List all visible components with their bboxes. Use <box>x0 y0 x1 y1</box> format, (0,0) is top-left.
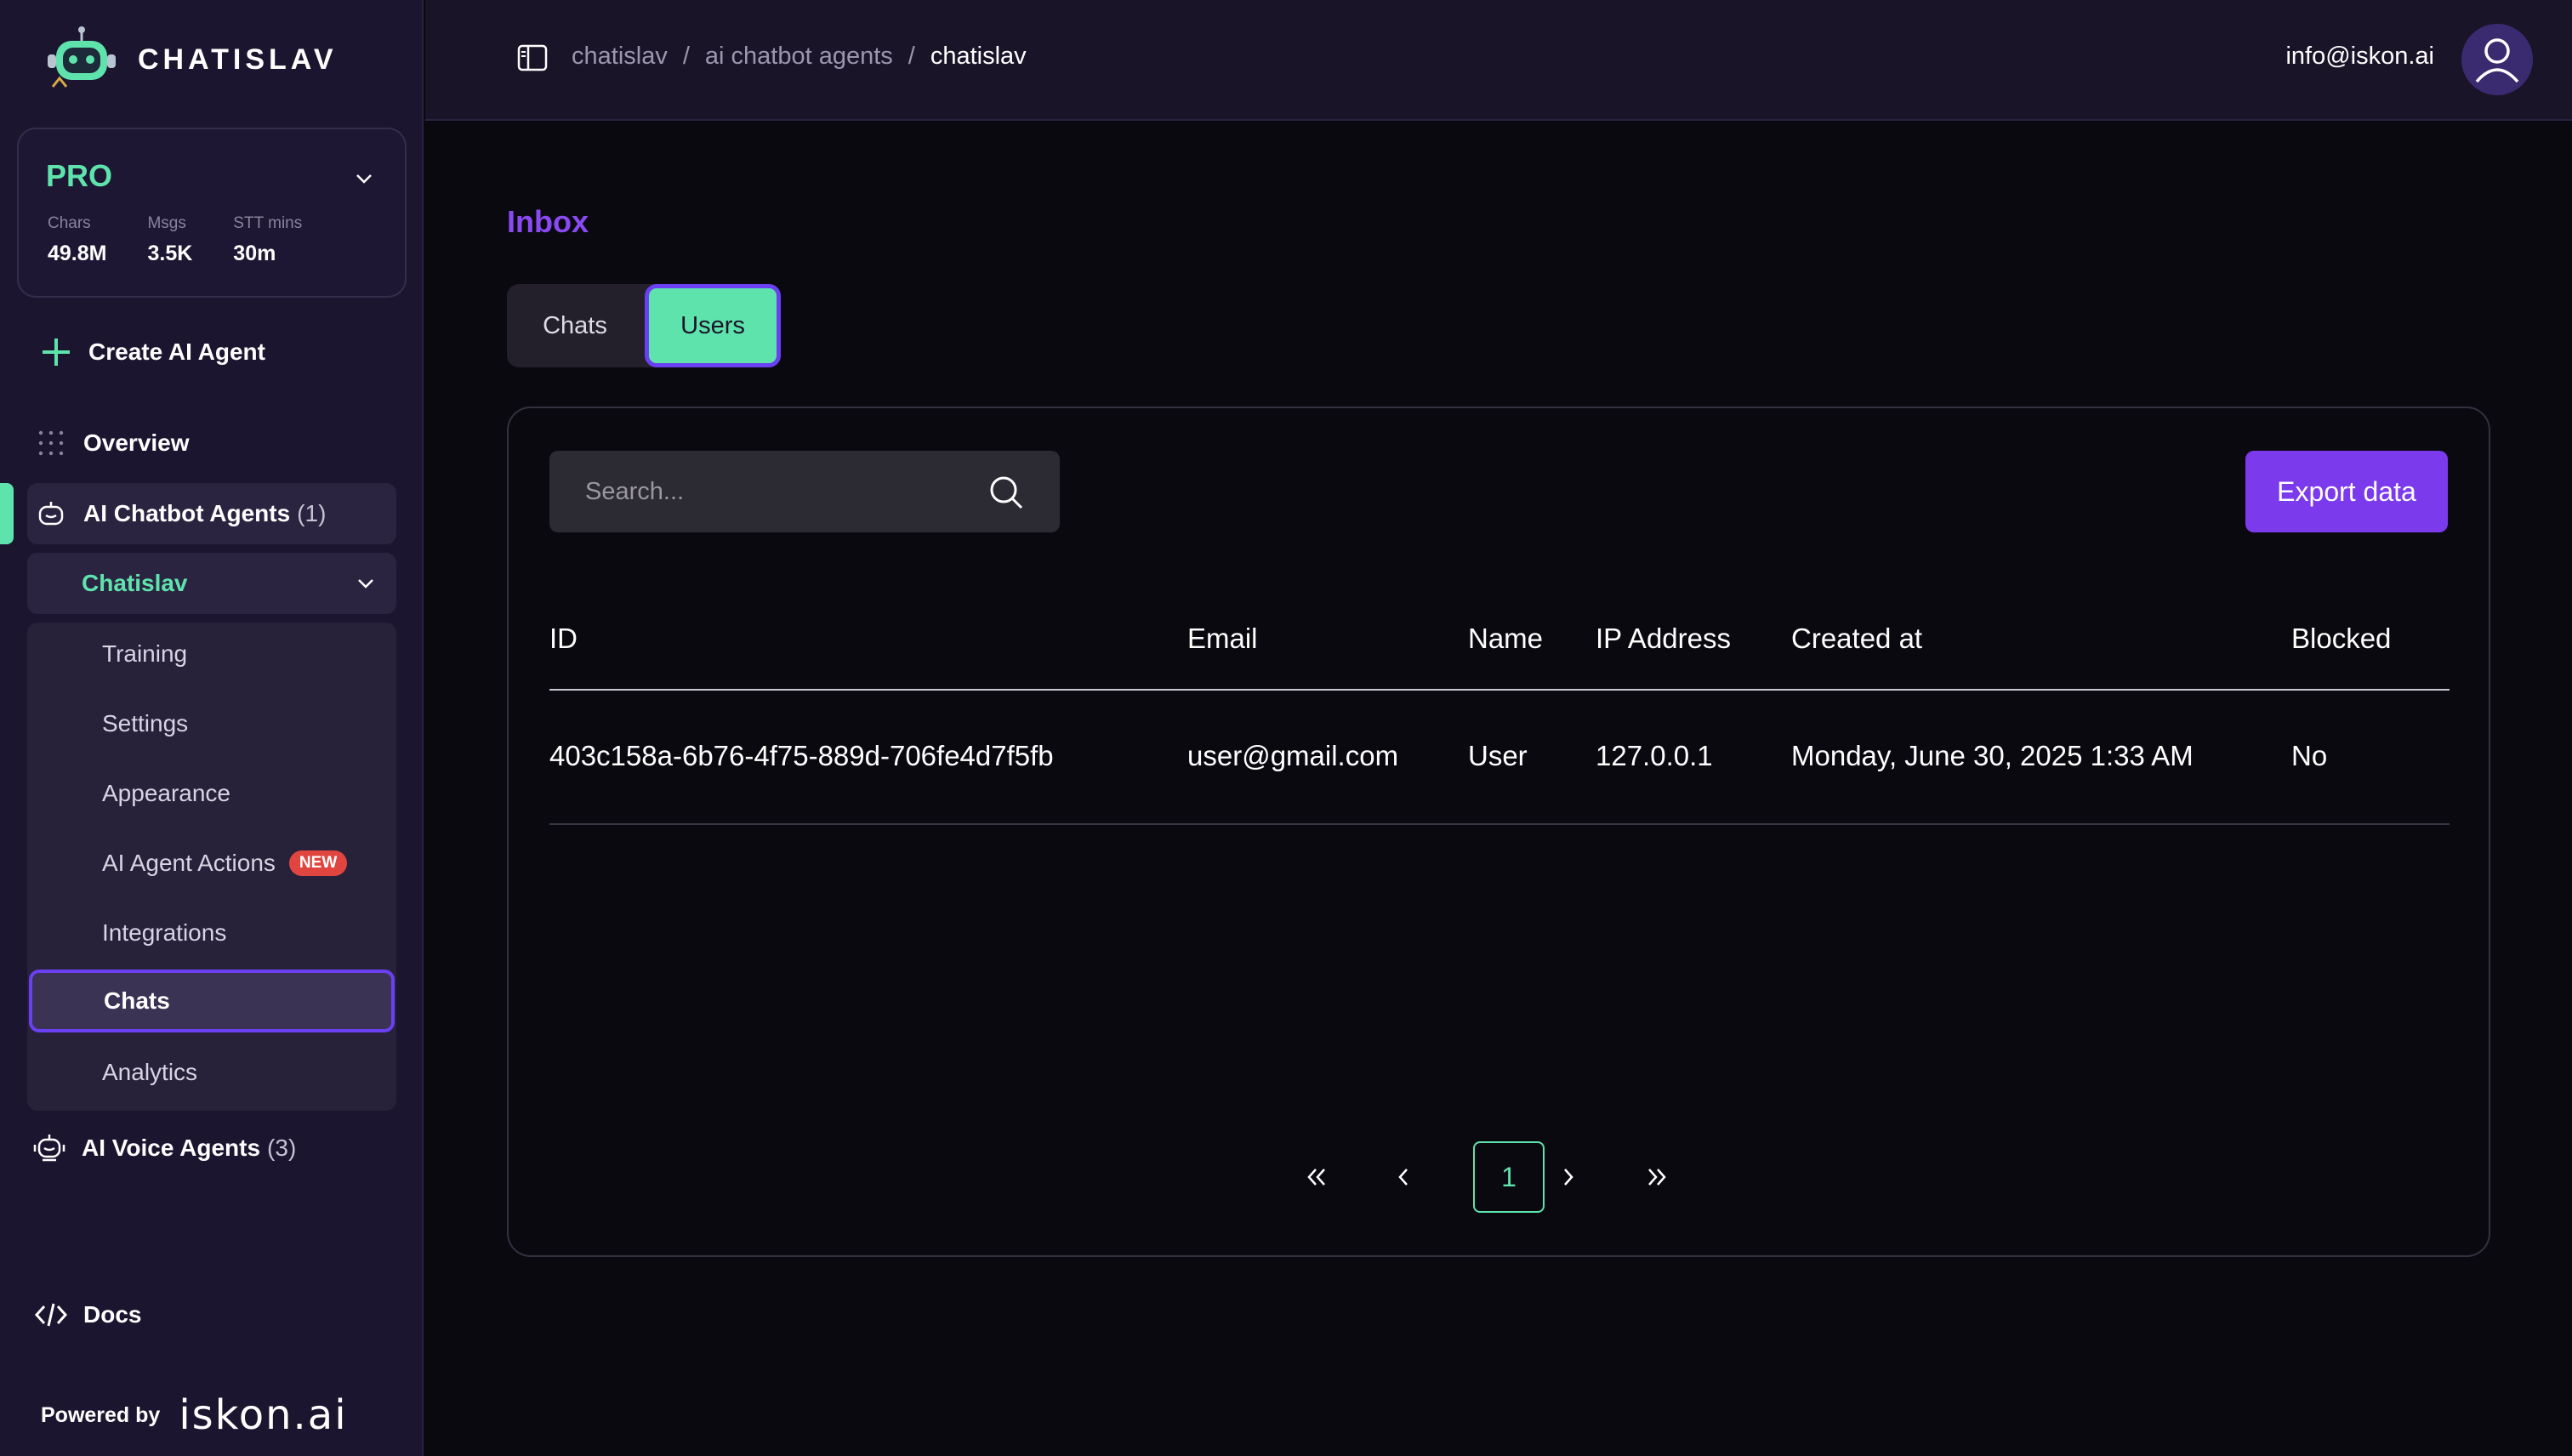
grid-dots-icon <box>34 426 68 460</box>
subnav-analytics[interactable]: Analytics <box>27 1041 396 1104</box>
stat-chars: Chars 49.8M <box>48 214 107 265</box>
chevrons-right-icon <box>1648 1169 1666 1186</box>
agent-subnav: Training Settings Appearance AI Agent Ac… <box>27 623 396 1111</box>
plus-icon <box>39 335 73 369</box>
sidebar: CHATISLAV PRO Chars 49.8M Msgs 3.5K STT … <box>0 0 424 1456</box>
voice-agents-count: (3) <box>267 1135 297 1161</box>
sidebar-item-voice-agents[interactable]: AI Voice Agents (3) <box>32 1131 296 1165</box>
first-page-button[interactable] <box>1281 1141 1352 1213</box>
breadcrumb-item-chatbot-agents[interactable]: ai chatbot agents <box>705 43 893 71</box>
stat-stt: STT mins 30m <box>233 214 303 265</box>
header-name[interactable]: Name <box>1468 623 1543 655</box>
subnav-agent-actions[interactable]: AI Agent Actions NEW <box>27 832 396 895</box>
sidebar-item-docs[interactable]: Docs <box>34 1298 141 1332</box>
create-agent-button[interactable]: Create AI Agent <box>39 335 265 369</box>
breadcrumb-item-current: chatislav <box>930 43 1027 70</box>
subnav-appearance[interactable]: Appearance <box>27 762 396 825</box>
brand[interactable]: CHATISLAV <box>44 26 338 94</box>
tab-chats[interactable]: Chats <box>507 284 643 367</box>
voice-robot-icon <box>32 1131 66 1165</box>
next-page-button[interactable] <box>1533 1141 1604 1213</box>
chevron-left-icon <box>1398 1169 1408 1186</box>
avatar[interactable] <box>2461 24 2533 95</box>
plan-name: PRO <box>46 158 113 193</box>
search-box <box>549 451 1060 532</box>
cell-blocked: No <box>2291 740 2328 771</box>
powered-by: Powered by iskon.ai <box>41 1391 348 1439</box>
agent-dropdown[interactable]: Chatislav <box>27 553 396 614</box>
agent-name: Chatislav <box>82 570 188 596</box>
breadcrumb: chatislav / ai chatbot agents / chatisla… <box>572 43 1027 71</box>
robot-logo-icon <box>48 26 116 88</box>
header-created[interactable]: Created at <box>1791 623 1922 655</box>
header-id[interactable]: ID <box>549 623 578 655</box>
search-icon[interactable] <box>988 475 1024 510</box>
sidebar-item-chatbot-agents[interactable]: AI Chatbot Agents (1) <box>27 483 396 544</box>
chevron-right-icon <box>1564 1169 1573 1186</box>
pagination: 1 <box>509 1141 2492 1213</box>
cell-ip: 127.0.0.1 <box>1596 740 1713 771</box>
table-header: ID Email Name IP Address Created at Bloc… <box>549 595 2450 691</box>
cell-created: Monday, June 30, 2025 1:33 AM <box>1791 740 2194 771</box>
subnav-integrations[interactable]: Integrations <box>27 901 396 964</box>
brand-name: CHATISLAV <box>138 43 338 76</box>
subnav-settings[interactable]: Settings <box>27 692 396 755</box>
active-indicator <box>0 483 14 544</box>
export-data-button[interactable]: Export data <box>2245 451 2448 532</box>
table-row[interactable]: 403c158a-6b76-4f75-889d-706fe4d7f5fb use… <box>549 691 2450 825</box>
cell-id: 403c158a-6b76-4f75-889d-706fe4d7f5fb <box>549 740 1054 771</box>
iskon-logo[interactable]: iskon.ai <box>179 1391 347 1439</box>
page-title: Inbox <box>507 204 589 239</box>
subnav-training[interactable]: Training <box>27 623 396 685</box>
search-input[interactable] <box>549 451 992 532</box>
header-ip[interactable]: IP Address <box>1596 623 1731 655</box>
last-page-button[interactable] <box>1621 1141 1693 1213</box>
users-table: ID Email Name IP Address Created at Bloc… <box>549 595 2450 825</box>
header-blocked[interactable]: Blocked <box>2291 623 2391 655</box>
subnav-chats[interactable]: Chats <box>29 970 395 1032</box>
sidebar-toggle-icon[interactable] <box>517 44 548 71</box>
plan-stats: Chars 49.8M Msgs 3.5K STT mins 30m <box>48 214 302 266</box>
cell-email: user@gmail.com <box>1187 740 1399 771</box>
chevron-down-icon[interactable] <box>354 168 374 189</box>
users-card: Export data ID Email Name IP Address Cre… <box>507 407 2490 1257</box>
header-email[interactable]: Email <box>1187 623 1258 655</box>
sidebar-item-overview[interactable]: Overview <box>34 426 190 460</box>
topbar: chatislav / ai chatbot agents / chatisla… <box>425 0 2572 121</box>
code-icon <box>34 1298 68 1332</box>
stat-msgs: Msgs 3.5K <box>147 214 193 265</box>
plan-card[interactable]: PRO Chars 49.8M Msgs 3.5K STT mins 30m <box>17 128 407 298</box>
breadcrumb-item-agent[interactable]: chatislav <box>572 43 668 71</box>
chatbot-agents-count: (1) <box>297 500 327 526</box>
prev-page-button[interactable] <box>1368 1141 1439 1213</box>
user-icon <box>2475 38 2519 83</box>
robot-icon <box>34 497 68 531</box>
user-email[interactable]: info@iskon.ai <box>2285 43 2434 71</box>
new-badge: NEW <box>288 850 348 876</box>
cell-name: User <box>1468 740 1528 771</box>
inbox-tabs: Chats Users <box>507 284 781 367</box>
chevrons-left-icon <box>1307 1169 1325 1186</box>
chevron-down-icon <box>358 579 373 589</box>
tab-users[interactable]: Users <box>645 284 781 367</box>
